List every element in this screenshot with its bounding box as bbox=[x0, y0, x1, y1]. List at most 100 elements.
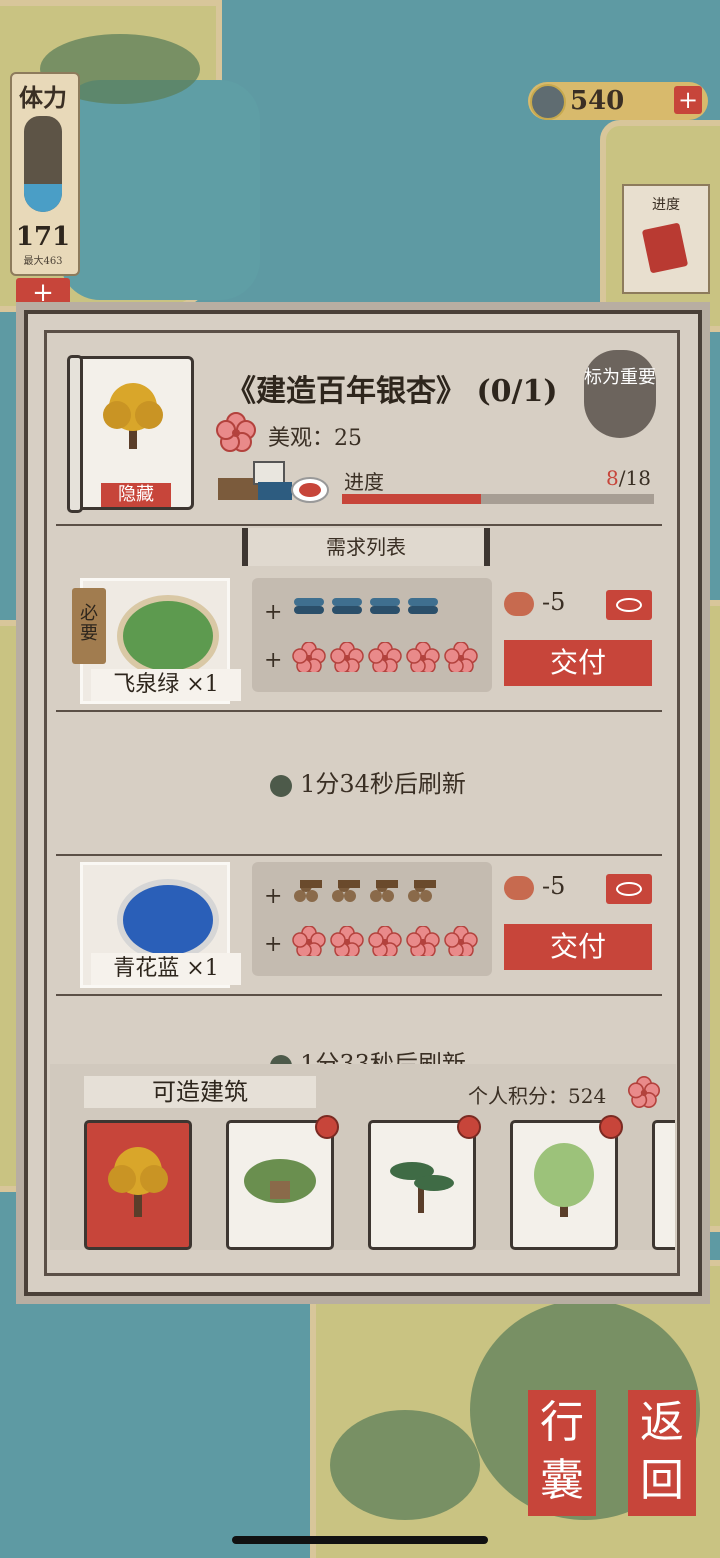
requirement-row: 飞泉绿 ×1 必要 + + -5 交付 bbox=[68, 578, 668, 704]
materials-box: + + bbox=[252, 862, 492, 976]
map-trees-3 bbox=[330, 1410, 480, 1520]
home-indicator[interactable] bbox=[232, 1536, 488, 1544]
mark-important-button[interactable]: 标为重要 bbox=[584, 350, 656, 438]
card-spine bbox=[67, 355, 83, 513]
plus-sign: + bbox=[264, 648, 283, 673]
willow-tree-icon bbox=[534, 1143, 594, 1217]
flower-materials bbox=[292, 642, 478, 672]
divider bbox=[56, 994, 662, 996]
view-button[interactable] bbox=[606, 874, 652, 904]
cost: -5 bbox=[504, 872, 584, 900]
aesthetic-value: 美观：25 bbox=[268, 426, 362, 451]
pine-tree-icon bbox=[390, 1162, 454, 1213]
task-count: (0/1) bbox=[476, 374, 558, 409]
flower-icon bbox=[444, 642, 478, 672]
currency-bar: 540 + bbox=[528, 82, 708, 120]
coin-value: 540 bbox=[570, 86, 625, 116]
clock-icon bbox=[270, 774, 293, 797]
task-title: 《建造百年银杏》 (0/1) bbox=[226, 366, 558, 410]
building-card[interactable]: 隐藏 bbox=[67, 355, 194, 513]
flower-icon bbox=[406, 926, 440, 956]
deliver-button[interactable]: 交付 bbox=[504, 924, 652, 970]
cloth-icon bbox=[370, 598, 400, 614]
requirement-row: 青花蓝 ×1 + + -5 交付 bbox=[68, 862, 668, 988]
bag-button[interactable]: 行囊 bbox=[528, 1390, 596, 1516]
ginkgo-tree-icon bbox=[103, 383, 163, 449]
progress-side-label: 进度 bbox=[652, 197, 680, 213]
pouch-icon bbox=[504, 591, 534, 616]
green-pigment-icon bbox=[117, 595, 219, 677]
requirements-header: 需求列表 bbox=[242, 528, 490, 566]
stamina-plus-button[interactable]: + bbox=[16, 278, 70, 308]
flower-icon bbox=[330, 642, 364, 672]
buildable-label: 可造建筑 bbox=[84, 1076, 316, 1108]
log-icon bbox=[370, 880, 398, 902]
cloth-icon bbox=[294, 598, 324, 614]
flower-icon bbox=[330, 926, 364, 956]
refresh-text: 1分34秒后刷新 bbox=[300, 770, 466, 798]
eye-icon bbox=[616, 598, 642, 612]
blue-pigment-icon bbox=[117, 879, 219, 961]
flower-icon bbox=[628, 1076, 660, 1108]
materials-box: + + bbox=[252, 578, 492, 692]
stamina-widget[interactable]: 体力 171 最大463 + bbox=[10, 72, 80, 308]
personal-score: 个人积分：524 bbox=[468, 1084, 607, 1108]
building-card-pavilion[interactable] bbox=[226, 1115, 339, 1250]
progress-bar-fill bbox=[342, 494, 481, 504]
refresh-timer: 1分34秒后刷新 bbox=[68, 764, 668, 799]
item-name: 飞泉绿 ×1 bbox=[91, 669, 241, 701]
new-badge bbox=[599, 1115, 623, 1139]
plus-sign: + bbox=[264, 932, 283, 957]
ginkgo-tree-icon bbox=[108, 1147, 168, 1217]
cloth-icon bbox=[332, 598, 362, 614]
build-task-panel: 隐藏 《建造百年银杏》 (0/1) 标为重要 美观：25 进度 8/18 需求列… bbox=[24, 310, 702, 1296]
hide-tag[interactable]: 隐藏 bbox=[101, 483, 171, 507]
task-name: 《建造百年银杏》 bbox=[226, 374, 466, 409]
cost-value: -5 bbox=[542, 588, 566, 616]
buildable-section: 可造建筑 个人积分：524 bbox=[50, 1064, 676, 1250]
building-card-willow[interactable] bbox=[510, 1115, 623, 1250]
building-card-partial[interactable] bbox=[652, 1120, 675, 1250]
log-materials bbox=[292, 876, 440, 906]
book-icon bbox=[641, 222, 689, 274]
resource-pile-icon bbox=[218, 461, 329, 503]
coin-plus-button[interactable]: + bbox=[674, 86, 702, 114]
progress-value: 8/18 bbox=[606, 466, 651, 490]
map-river bbox=[60, 80, 260, 300]
cost: -5 bbox=[504, 588, 584, 616]
flower-icon bbox=[216, 412, 256, 452]
flower-icon bbox=[292, 642, 326, 672]
stamina-label: 体力 bbox=[19, 83, 67, 112]
divider bbox=[56, 710, 662, 712]
building-card-pine[interactable] bbox=[368, 1115, 481, 1250]
cloth-materials bbox=[292, 592, 440, 622]
building-card-ginkgo[interactable] bbox=[84, 1120, 192, 1250]
eye-icon bbox=[616, 882, 642, 896]
divider bbox=[56, 524, 662, 526]
deliver-button[interactable]: 交付 bbox=[504, 640, 652, 686]
progress-current: 8 bbox=[606, 466, 619, 490]
pavilion-icon bbox=[244, 1159, 316, 1203]
log-icon bbox=[408, 880, 436, 902]
item-card[interactable]: 青花蓝 ×1 bbox=[80, 862, 241, 988]
required-tag: 必要 bbox=[72, 588, 106, 664]
new-badge bbox=[457, 1115, 481, 1139]
progress-total: /18 bbox=[618, 466, 651, 490]
progress-side-button[interactable]: 进度 bbox=[622, 184, 710, 294]
flower-materials bbox=[292, 926, 478, 956]
cloth-icon bbox=[408, 598, 438, 614]
coin-icon bbox=[530, 84, 566, 120]
new-badge bbox=[315, 1115, 339, 1139]
flower-icon bbox=[368, 926, 402, 956]
progress-label: 进度 bbox=[344, 470, 384, 494]
back-button[interactable]: 返回 bbox=[628, 1390, 696, 1516]
progress-bar bbox=[342, 494, 654, 504]
stamina-max: 最大463 bbox=[23, 256, 63, 267]
view-button[interactable] bbox=[606, 590, 652, 620]
pouch-icon bbox=[504, 875, 534, 900]
divider bbox=[56, 854, 662, 856]
stamina-value: 171 bbox=[15, 222, 71, 252]
flower-icon bbox=[292, 926, 326, 956]
flower-icon bbox=[368, 642, 402, 672]
refresh-timer: 1分33秒后刷新 bbox=[68, 1044, 668, 1066]
